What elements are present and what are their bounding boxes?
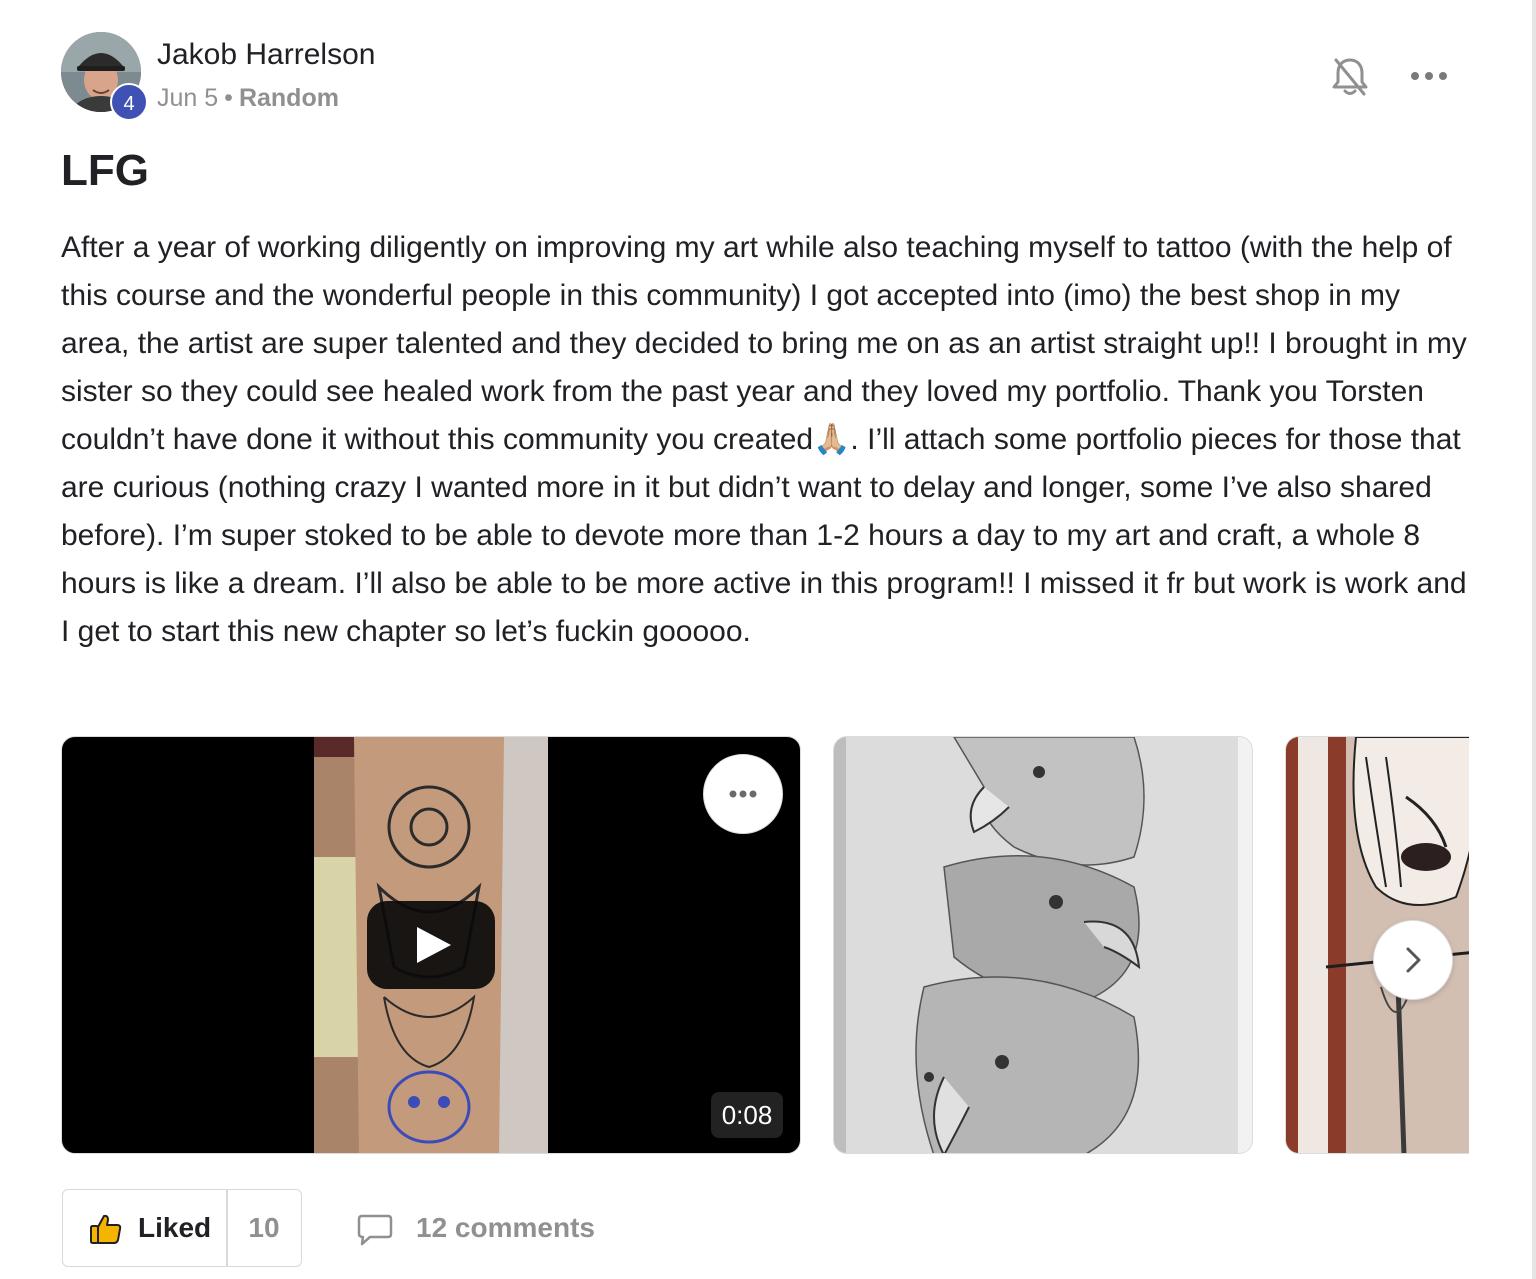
- author-name[interactable]: Jakob Harrelson: [157, 38, 375, 72]
- comment-icon: [357, 1214, 393, 1246]
- more-icon: [729, 790, 757, 798]
- video-more-button[interactable]: [703, 754, 783, 834]
- more-icon[interactable]: [1408, 64, 1450, 88]
- like-count[interactable]: 10: [227, 1212, 301, 1244]
- play-button[interactable]: [367, 901, 495, 989]
- post-category[interactable]: Random: [239, 84, 339, 112]
- bell-off-icon[interactable]: [1328, 54, 1372, 98]
- carousel-next-button[interactable]: [1373, 920, 1453, 1000]
- video-duration: 0:08: [711, 1092, 783, 1138]
- post-meta: Jun 5 • Random: [157, 84, 339, 113]
- play-icon: [417, 927, 451, 963]
- page-edge-divider: [1532, 0, 1536, 1279]
- like-button[interactable]: Liked: [63, 1190, 226, 1266]
- image-attachment-eagles[interactable]: [833, 736, 1253, 1154]
- meta-separator: •: [224, 84, 233, 112]
- post-date[interactable]: Jun 5: [157, 84, 218, 112]
- post-body: After a year of working diligently on im…: [61, 231, 1467, 648]
- level-badge: 4: [110, 83, 148, 121]
- like-label: Liked: [138, 1212, 212, 1243]
- media-carousel: 0:08: [61, 736, 1469, 1156]
- chevron-right-icon: [1406, 947, 1421, 973]
- post-title: LFG: [61, 146, 149, 195]
- eagle-drawing-image: [834, 737, 1252, 1153]
- video-attachment[interactable]: 0:08: [61, 736, 801, 1154]
- like-group: Liked 10: [62, 1189, 302, 1267]
- thumbs-up-icon: [90, 1214, 122, 1244]
- comments-label: 12 comments: [416, 1212, 595, 1243]
